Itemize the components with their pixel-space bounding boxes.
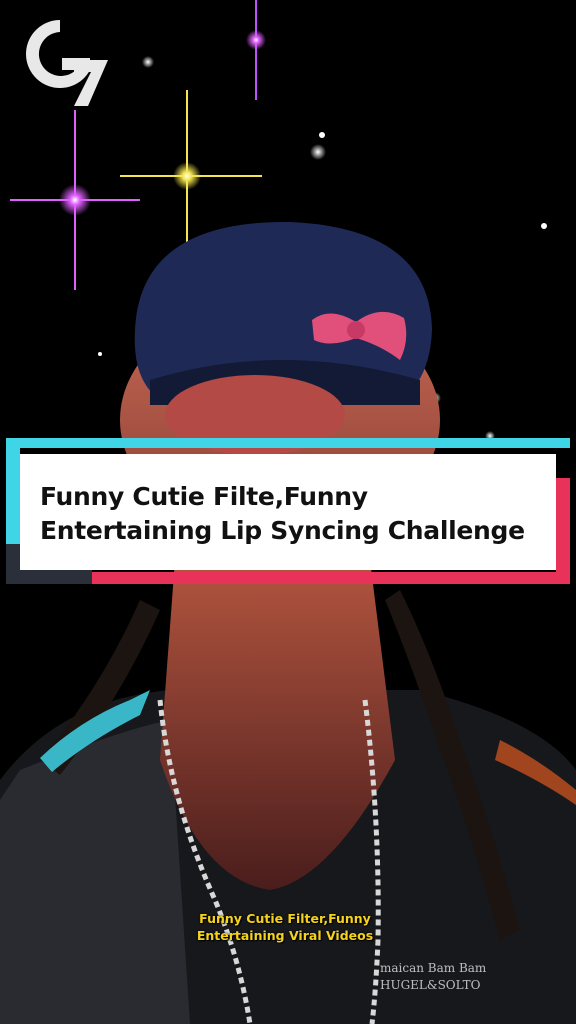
- pink-accent-side: [556, 478, 570, 584]
- cyan-accent-bar: [6, 438, 570, 448]
- cyan-accent-side: [6, 438, 20, 546]
- video-title: Funny Cutie Filte,Funny Entertaining Lip…: [40, 482, 525, 545]
- g7-logo: [25, 20, 108, 106]
- video-caption: Funny Cutie Filter,Funny Entertaining Vi…: [196, 911, 374, 943]
- creator-watermark: maican Bam Bam HUGEL&SOLTO: [380, 961, 487, 992]
- pink-accent-bar: [92, 572, 570, 584]
- title-banner: Funny Cutie Filte,Funny Entertaining Lip…: [0, 438, 576, 584]
- title-card: Funny Cutie Filte,Funny Entertaining Lip…: [20, 454, 556, 570]
